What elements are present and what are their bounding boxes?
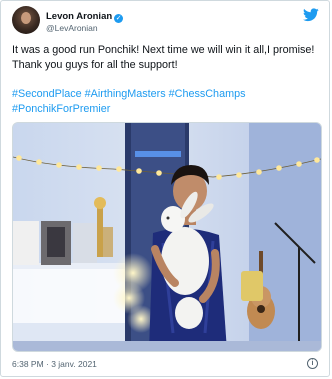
hashtag-link[interactable]: #AirthingMasters (85, 88, 166, 100)
verified-badge-icon: ✓ (114, 14, 124, 23)
tweet-media-photo[interactable] (12, 122, 322, 352)
author-handle[interactable]: @LevAronian (46, 23, 123, 34)
hashtag-link[interactable]: #PonchikForPremier (12, 103, 110, 115)
author-names[interactable]: Levon Aronian ✓ @LevAronian (46, 9, 124, 34)
tweet-text: It was a good run Ponchik! Next time we … (12, 44, 315, 71)
tweet-footer: 6:38 PM · 3 janv. 2021 i (12, 357, 321, 371)
info-icon[interactable]: i (307, 358, 318, 369)
photo-scene (13, 123, 321, 351)
hashtag-link[interactable]: #SecondPlace (12, 88, 82, 100)
tweet-timestamp[interactable]: 6:38 PM · 3 janv. 2021 (12, 359, 97, 369)
author-display-name[interactable]: Levon Aronian (46, 11, 112, 22)
hashtag-link[interactable]: #ChessChamps (169, 88, 246, 100)
tweet-header: Levon Aronian ✓ @LevAronian (12, 6, 321, 36)
avatar[interactable] (12, 6, 40, 34)
tweet-card[interactable]: Levon Aronian ✓ @LevAronian It was a good… (0, 0, 330, 377)
tweet-hashtags: #SecondPlace #AirthingMasters #ChessCham… (12, 87, 322, 116)
twitter-bird-icon[interactable] (303, 8, 319, 22)
